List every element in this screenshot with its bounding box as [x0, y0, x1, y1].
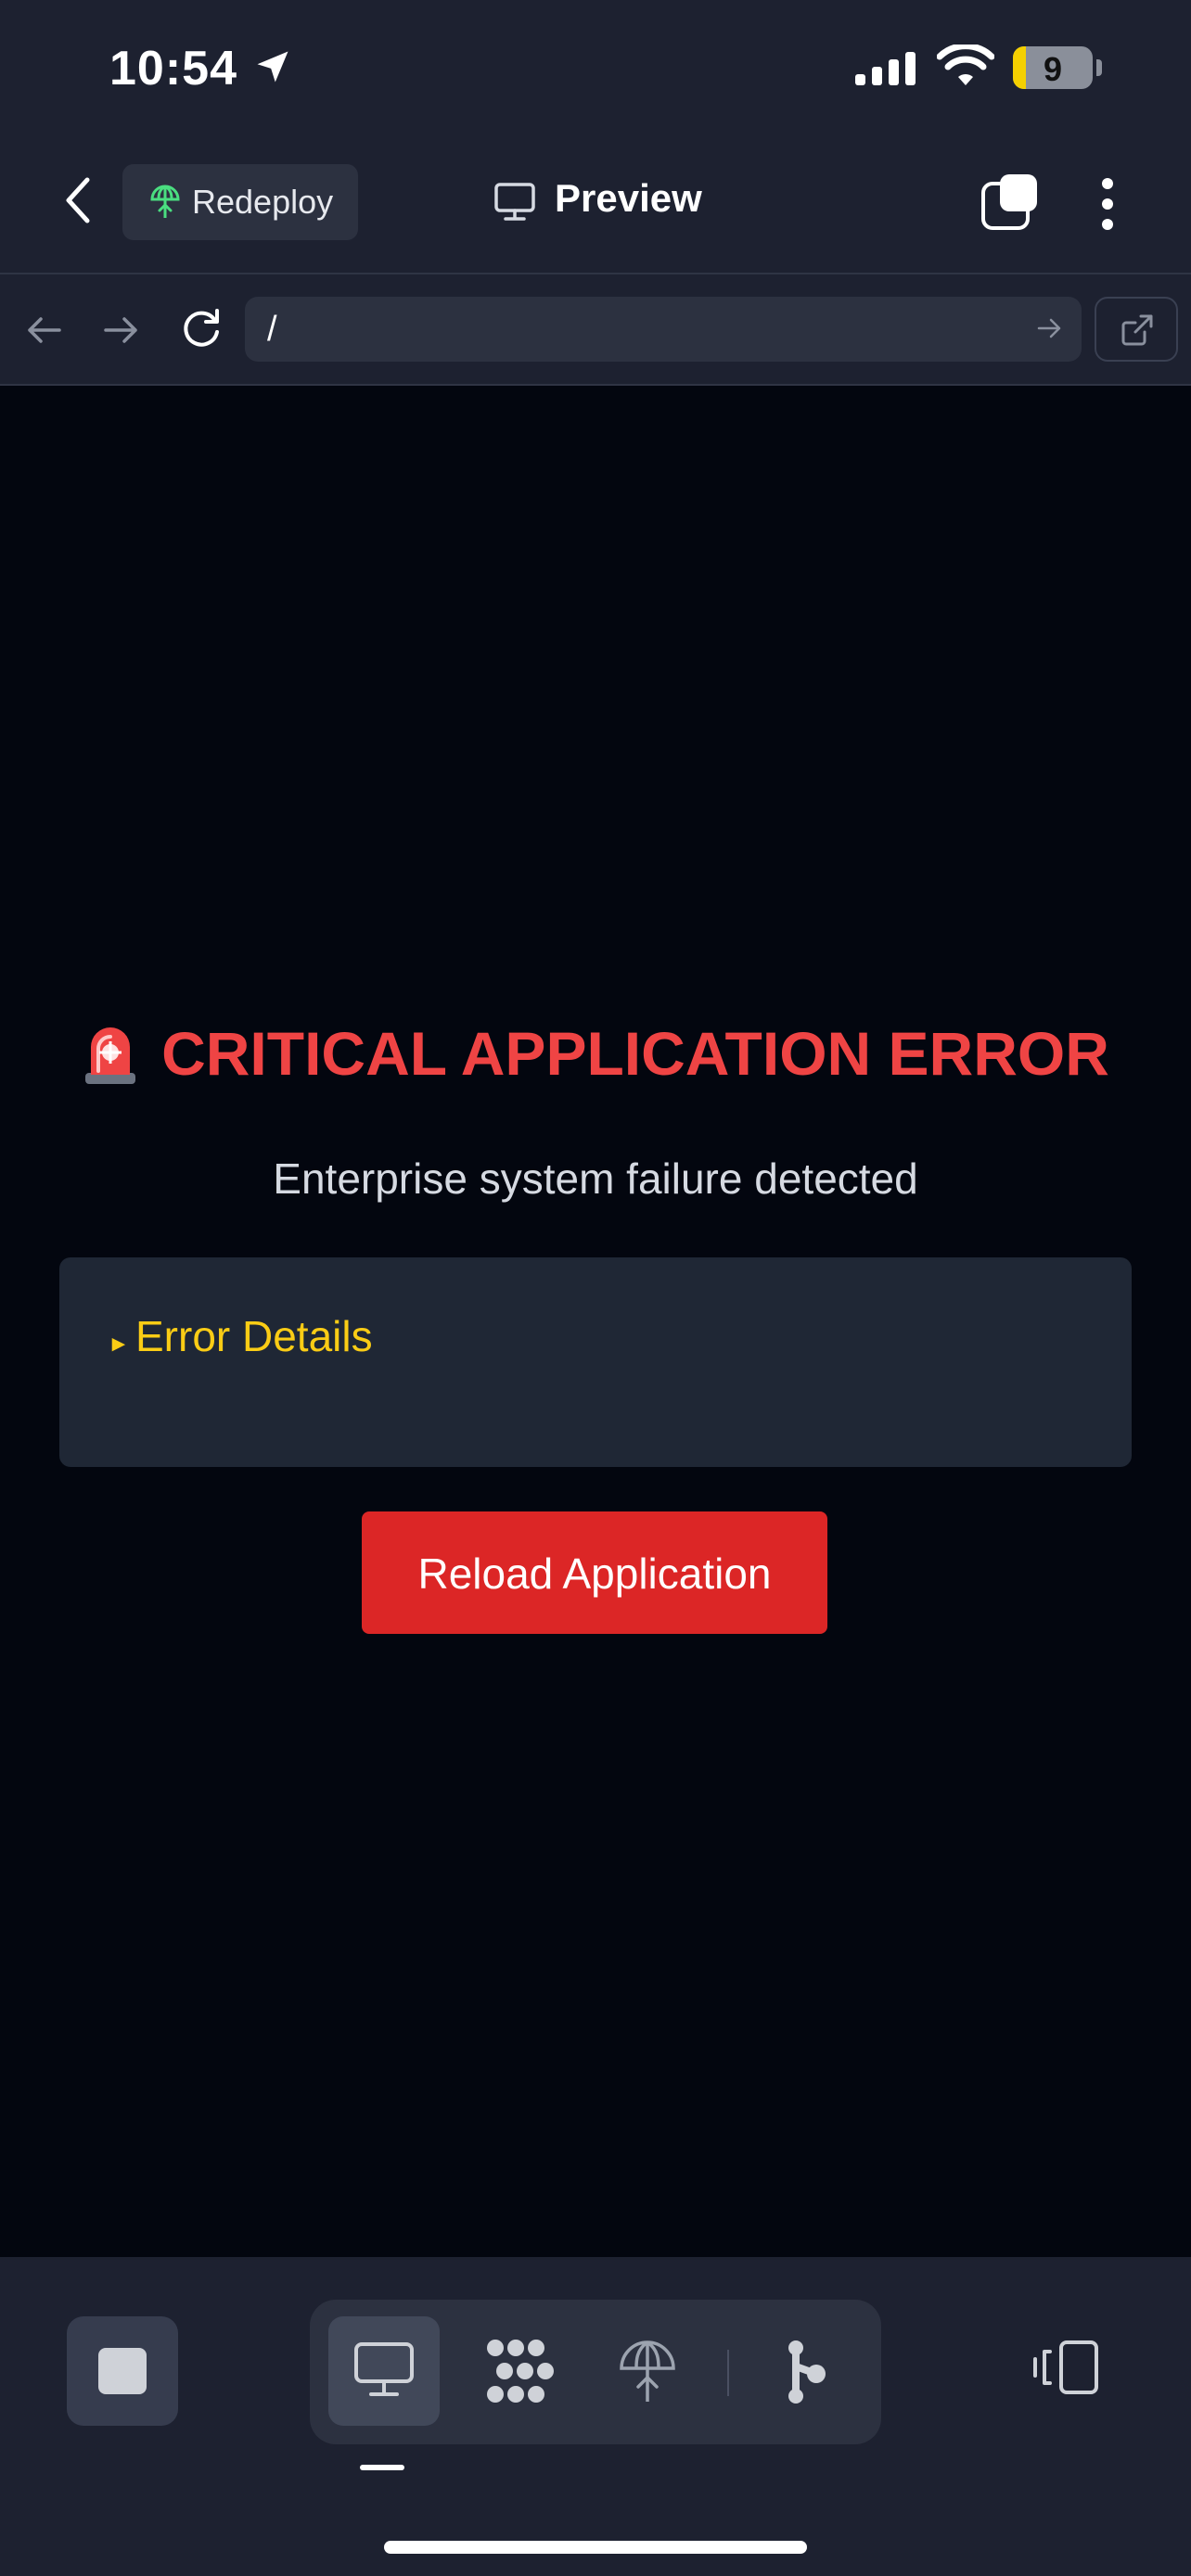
toolbar-separator — [727, 2350, 729, 2396]
rotating-light-icon — [85, 1027, 136, 1084]
git-icon — [788, 2340, 826, 2404]
home-indicator — [384, 2541, 807, 2554]
redeploy-icon — [150, 185, 180, 218]
monitor-icon — [494, 183, 535, 221]
console-icon — [487, 2340, 554, 2403]
tool-preview[interactable] — [328, 2316, 440, 2426]
battery-tip — [1096, 59, 1102, 76]
active-tool-indicator — [360, 2465, 404, 2470]
battery-icon: 9 — [1013, 46, 1093, 89]
error-title: CRITICAL APPLICATION ERROR — [161, 1019, 1109, 1088]
error-details-panel[interactable]: ► Error Details — [59, 1257, 1132, 1467]
battery-level: 9 — [1043, 50, 1063, 88]
url-text: / — [267, 310, 277, 349]
go-arrow-icon[interactable] — [1037, 317, 1061, 339]
disclosure-triangle-icon: ► — [108, 1332, 130, 1357]
wifi-icon — [937, 45, 994, 85]
location-arrow-icon — [257, 51, 288, 83]
tabs-icon[interactable] — [980, 172, 1039, 232]
monitor-icon — [354, 2342, 414, 2396]
error-heading: CRITICAL APPLICATION ERROR — [0, 1018, 1191, 1089]
arrow-right-icon[interactable] — [102, 315, 139, 345]
external-link-icon — [1121, 314, 1153, 346]
tool-deploy[interactable] — [592, 2316, 703, 2426]
tool-git[interactable] — [749, 2316, 861, 2426]
redeploy-label: Redeploy — [192, 183, 334, 221]
url-input[interactable]: / — [245, 297, 1082, 362]
deploy-icon — [620, 2340, 675, 2402]
redeploy-button[interactable]: Redeploy — [122, 164, 358, 240]
page-title: Preview — [555, 176, 702, 220]
device-rotate-icon[interactable] — [1031, 2339, 1102, 2396]
error-details-summary[interactable]: Error Details — [135, 1311, 373, 1361]
error-subtitle: Enterprise system failure detected — [273, 1154, 918, 1203]
chevron-left-icon[interactable] — [58, 172, 98, 228]
stop-icon — [98, 2348, 147, 2394]
tool-switcher — [310, 2300, 881, 2444]
tool-console[interactable] — [460, 2316, 571, 2426]
cellular-signal-icon — [855, 52, 916, 85]
reload-application-button[interactable]: Reload Application — [362, 1511, 827, 1634]
open-external-button[interactable] — [1095, 297, 1178, 362]
arrow-left-icon[interactable] — [26, 315, 63, 345]
stop-button[interactable] — [67, 2316, 178, 2426]
reload-icon[interactable] — [178, 306, 224, 352]
more-vertical-icon[interactable] — [1095, 176, 1121, 232]
status-time: 10:54 — [109, 42, 237, 96]
